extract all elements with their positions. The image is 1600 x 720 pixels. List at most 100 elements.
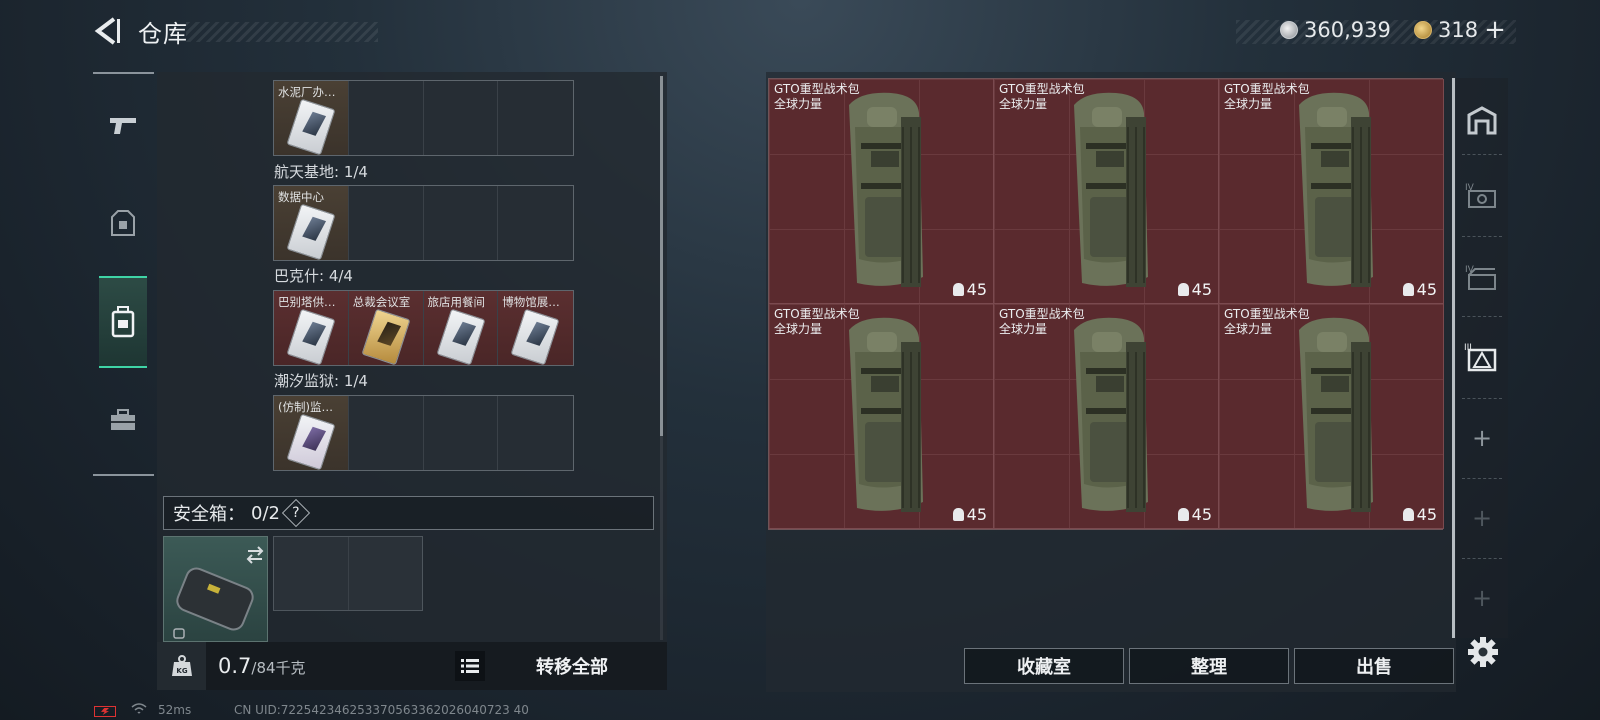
map-label: 航天基地: 1/4 — [274, 163, 368, 181]
safe-box-item[interactable] — [163, 536, 268, 642]
add-stash-tab-button[interactable]: + — [1462, 490, 1502, 546]
key-row: 巴别塔供… 总裁会议室 旅店用餐间 博物馆展… — [273, 290, 574, 366]
helmet-icon — [1402, 508, 1414, 521]
map-label: 潮汐监狱: 1/4 — [274, 372, 368, 390]
currency-primary-value: 360,939 — [1304, 18, 1391, 42]
item-grade: 45 — [1177, 280, 1212, 299]
organize-button[interactable]: 整理 — [1129, 648, 1289, 684]
item-subtitle: 全球力量 — [999, 97, 1048, 111]
key-name: 旅店用餐间 — [427, 295, 486, 309]
title-decoration — [186, 22, 378, 42]
collection-room-button[interactable]: 收藏室 — [964, 648, 1124, 684]
backpack-image — [849, 92, 923, 287]
inventory-bottom-bar: KG 0.7/84千克 转移全部 — [157, 642, 667, 690]
key-slot[interactable]: 总裁会议室 — [348, 291, 424, 365]
inventory-scrollbar-thumb[interactable] — [660, 76, 663, 436]
stash-item[interactable]: GTO重型战术包 全球力量 45 — [994, 304, 1219, 529]
tab-divider — [1462, 236, 1502, 237]
tab-divider — [1462, 478, 1502, 479]
key-slot-empty — [349, 396, 424, 470]
stash-tab-3[interactable]: IV — [1462, 250, 1502, 306]
item-name: GTO重型战术包 全球力量 — [774, 82, 860, 112]
help-button[interactable]: ? — [281, 498, 311, 528]
stash-grid: GTO重型战术包 全球力量 45 GTO重型战术包 全球力量 45 GTO重型战术包 全球力量… — [768, 78, 1444, 530]
key-name: 巴别塔供… — [278, 295, 336, 309]
item-grade-value: 45 — [1191, 280, 1212, 299]
nav-item-weapons[interactable] — [99, 94, 147, 158]
item-title: GTO重型战术包 — [999, 82, 1085, 96]
item-grade: 45 — [1177, 505, 1212, 524]
item-name: GTO重型战术包 全球力量 — [999, 82, 1085, 112]
key-slot[interactable]: 巴别塔供… — [274, 291, 349, 365]
add-currency-button[interactable]: + — [1484, 17, 1506, 43]
tab-divider — [1462, 558, 1502, 559]
stash-tab-home[interactable] — [1462, 92, 1502, 148]
add-stash-tab-button[interactable]: + — [1462, 410, 1502, 466]
backpack-image — [1074, 92, 1148, 287]
keycard-icon — [286, 413, 336, 470]
backpack-image — [1299, 317, 1373, 512]
ping-text: 52ms — [158, 703, 192, 717]
nav-item-toolbox[interactable] — [99, 388, 147, 452]
key-slot-empty — [424, 186, 499, 260]
currency-primary: 360,939 — [1280, 18, 1391, 42]
stash-item[interactable]: GTO重型战术包 全球力量 45 — [1219, 304, 1444, 529]
list-view-button[interactable] — [455, 651, 485, 681]
stash-item[interactable]: GTO重型战术包 全球力量 45 — [769, 304, 994, 529]
stash-item[interactable]: GTO重型战术包 全球力量 45 — [769, 79, 994, 304]
toolbox-icon — [111, 409, 135, 430]
item-name: GTO重型战术包 全球力量 — [1224, 82, 1310, 112]
stash-item[interactable]: GTO重型战术包 全球力量 45 — [994, 79, 1219, 304]
item-grade: 45 — [952, 280, 987, 299]
stash-item[interactable]: GTO重型战术包 全球力量 45 — [1219, 79, 1444, 304]
settings-button[interactable] — [1466, 635, 1500, 669]
backpack-image — [849, 317, 923, 512]
nav-frame-top — [93, 72, 154, 74]
stash-tab-icon: IV — [1465, 265, 1496, 290]
add-stash-tab-button[interactable]: + — [1462, 570, 1502, 626]
weight-icon-label: KG — [176, 667, 187, 675]
safe-box-empty-slots — [273, 536, 423, 611]
safe-box-label: 安全箱： — [173, 504, 245, 525]
help-icon: ? — [292, 505, 300, 521]
back-arrow-icon — [94, 17, 120, 45]
key-name: 总裁会议室 — [352, 295, 411, 309]
key-slot[interactable]: 水泥厂办… — [274, 81, 349, 155]
weight-kg-icon: KG — [171, 655, 192, 676]
backpack-image — [1299, 92, 1373, 287]
item-grade-value: 45 — [1191, 505, 1212, 524]
keycard-icon — [286, 308, 336, 365]
nav-item-armor[interactable] — [99, 192, 147, 256]
sell-button[interactable]: 出售 — [1294, 648, 1454, 684]
stash-tab-2[interactable]: IV — [1462, 168, 1502, 224]
item-grade: 45 — [1402, 505, 1437, 524]
item-title: GTO重型战术包 — [774, 82, 860, 96]
wifi-icon — [131, 703, 147, 718]
key-name: 水泥厂办… — [278, 85, 336, 99]
item-title: GTO重型战术包 — [1224, 307, 1310, 321]
transfer-all-button[interactable]: 转移全部 — [497, 650, 647, 682]
currency-secondary: 318 + — [1414, 17, 1506, 43]
uid-text: CN UID:722542346253370563362026040723 40 — [234, 703, 529, 717]
key-slot-empty — [498, 186, 573, 260]
item-subtitle: 全球力量 — [1224, 322, 1273, 336]
helmet-icon — [952, 283, 964, 296]
item-grade: 45 — [1402, 280, 1437, 299]
key-slot[interactable]: 博物馆展… — [498, 291, 573, 365]
key-slot[interactable]: 数据中心 — [274, 186, 349, 260]
back-button[interactable] — [90, 14, 122, 48]
helmet-icon — [1402, 283, 1414, 296]
stash-scrollbar[interactable] — [1452, 78, 1455, 638]
keycard-icon — [435, 308, 486, 365]
stash-tab-4[interactable]: III — [1462, 330, 1502, 386]
key-slot-empty — [424, 81, 499, 155]
safe-box-count: 0/2 — [251, 502, 280, 524]
item-subtitle: 全球力量 — [774, 97, 823, 111]
weight-current: 0.7 — [218, 654, 252, 678]
key-slot[interactable]: 旅店用餐间 — [423, 291, 499, 365]
nav-item-backpack[interactable] — [99, 276, 147, 368]
battery-icon — [94, 706, 116, 717]
tab-divider — [1462, 398, 1502, 399]
helmet-icon — [1177, 508, 1189, 521]
key-slot[interactable]: (仿制)监… — [274, 396, 349, 470]
